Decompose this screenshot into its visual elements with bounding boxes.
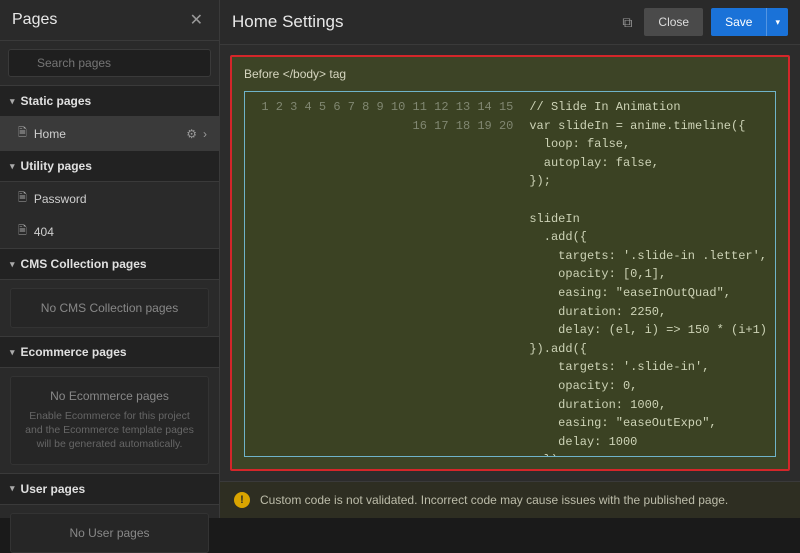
sidebar-item-label: Password (34, 192, 87, 206)
section-label: Ecommerce pages (21, 345, 127, 359)
empty-label: No CMS Collection pages (21, 301, 198, 315)
page-icon: 🗎 (18, 124, 27, 143)
search-container: 🔍 (0, 41, 219, 85)
warning-bar: ! Custom code is not validated. Incorrec… (220, 481, 800, 518)
save-dropdown-button[interactable]: ▾ (766, 8, 788, 36)
line-gutter: 1 2 3 4 5 6 7 8 9 10 11 12 13 14 15 16 1… (245, 92, 521, 456)
close-button[interactable]: Close (644, 8, 703, 36)
chevron-down-icon: ▾ (10, 483, 15, 494)
section-label: Utility pages (21, 159, 92, 173)
warning-text: Custom code is not validated. Incorrect … (260, 493, 728, 507)
chevron-down-icon: ▾ (10, 96, 15, 107)
chevron-down-icon: ▾ (10, 161, 15, 172)
chevron-down-icon: ▾ (10, 347, 15, 358)
sidebar-title: Pages (12, 11, 57, 29)
empty-label: No User pages (21, 526, 198, 540)
copy-icon[interactable]: ⧉ (618, 10, 636, 35)
sidebar-header: Pages ✕ (0, 0, 219, 41)
page-title: Home Settings (232, 12, 344, 32)
section-utility-pages[interactable]: ▾ Utility pages (0, 150, 219, 182)
chevron-down-icon: ▾ (10, 259, 15, 270)
section-user-pages[interactable]: ▾ User pages (0, 473, 219, 505)
code-editor[interactable]: 1 2 3 4 5 6 7 8 9 10 11 12 13 14 15 16 1… (244, 91, 776, 457)
code-body[interactable]: // Slide In Animation var slideIn = anim… (521, 92, 775, 456)
sidebar-item-label: Home (34, 127, 66, 141)
section-cms-pages[interactable]: ▾ CMS Collection pages (0, 248, 219, 280)
sidebar-item-label: 404 (34, 225, 54, 239)
save-button-group: Save ▾ (711, 8, 788, 36)
close-icon[interactable]: ✕ (186, 10, 207, 30)
custom-code-section: Before </body> tag 1 2 3 4 5 6 7 8 9 10 … (230, 55, 790, 471)
empty-label: No Ecommerce pages (21, 389, 198, 403)
ecom-empty-state: No Ecommerce pages Enable Ecommerce for … (10, 376, 209, 465)
user-empty-state: No User pages (10, 513, 209, 553)
section-label: Static pages (21, 94, 92, 108)
header-actions: ⧉ Close Save ▾ (618, 8, 788, 36)
sidebar-item-404[interactable]: 🗎 404 (0, 215, 219, 248)
gear-icon[interactable]: ⚙ (186, 127, 197, 141)
code-section-label: Before </body> tag (232, 57, 788, 91)
warning-icon: ! (234, 492, 250, 508)
pages-sidebar: Pages ✕ 🔍 ▾ Static pages 🗎 Home ⚙ › ▾ Ut… (0, 0, 220, 518)
section-static-pages[interactable]: ▾ Static pages (0, 85, 219, 117)
sidebar-item-home[interactable]: 🗎 Home ⚙ › (0, 117, 219, 150)
main-header: Home Settings ⧉ Close Save ▾ (220, 0, 800, 45)
chevron-right-icon[interactable]: › (203, 127, 207, 141)
sidebar-item-password[interactable]: 🗎 Password (0, 182, 219, 215)
save-button[interactable]: Save (711, 8, 766, 36)
section-label: CMS Collection pages (21, 257, 147, 271)
page-icon: 🗎 (18, 189, 27, 208)
main-panel: Home Settings ⧉ Close Save ▾ Before </bo… (220, 0, 800, 518)
cms-empty-state: No CMS Collection pages (10, 288, 209, 328)
search-input[interactable] (8, 49, 211, 77)
section-ecommerce-pages[interactable]: ▾ Ecommerce pages (0, 336, 219, 368)
section-label: User pages (21, 482, 86, 496)
empty-sublabel: Enable Ecommerce for this project and th… (21, 409, 198, 452)
page-icon: 🗎 (18, 222, 27, 241)
